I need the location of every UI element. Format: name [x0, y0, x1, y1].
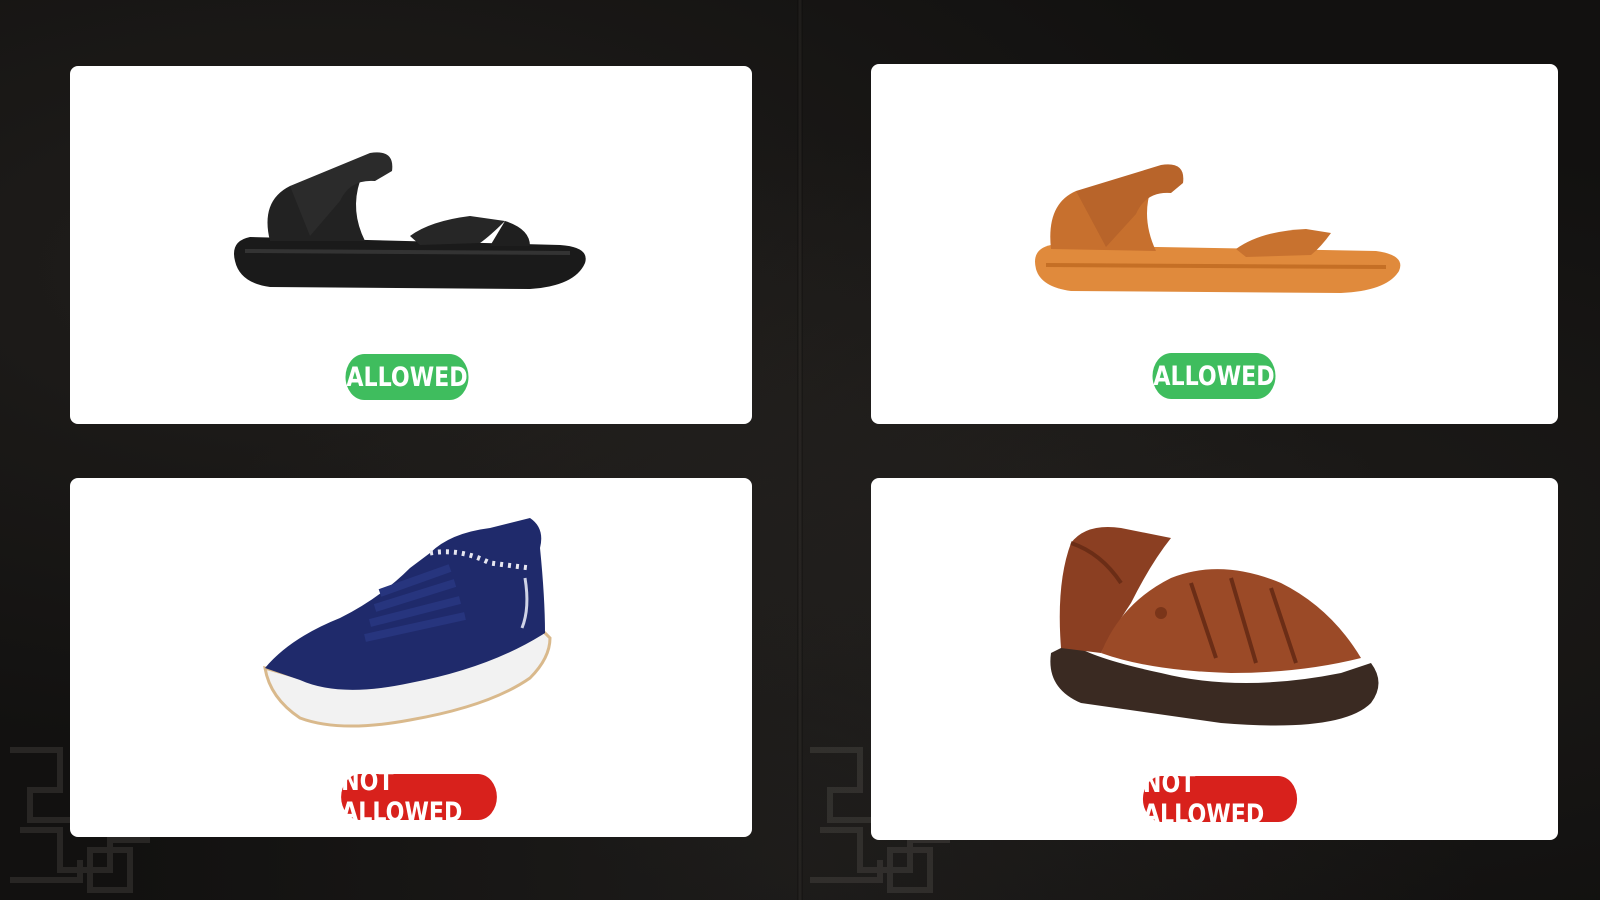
footwear-card-navy-sneaker: NOT ALLOWED: [70, 478, 752, 837]
brown-fisherman-sandal-icon: [1050, 527, 1379, 726]
status-label: ALLOWED: [346, 361, 468, 393]
footwear-card-tan-sandal: ALLOWED: [871, 64, 1558, 424]
status-label: NOT ALLOWED: [1142, 768, 1265, 830]
footwear-card-black-sandal: ALLOWED: [70, 66, 752, 424]
black-velcro-sandal-icon: [234, 152, 586, 289]
status-badge: ALLOWED: [345, 354, 469, 400]
navy-sneaker-icon: [263, 518, 552, 728]
status-badge: NOT ALLOWED: [341, 766, 497, 828]
status-label: NOT ALLOWED: [341, 766, 463, 828]
status-label: ALLOWED: [1153, 360, 1275, 392]
footwear-card-brown-sandal: NOT ALLOWED: [871, 478, 1558, 840]
tan-velcro-sandal-icon: [1035, 164, 1401, 293]
status-badge: NOT ALLOWED: [1142, 768, 1298, 830]
status-badge: ALLOWED: [1152, 353, 1276, 399]
